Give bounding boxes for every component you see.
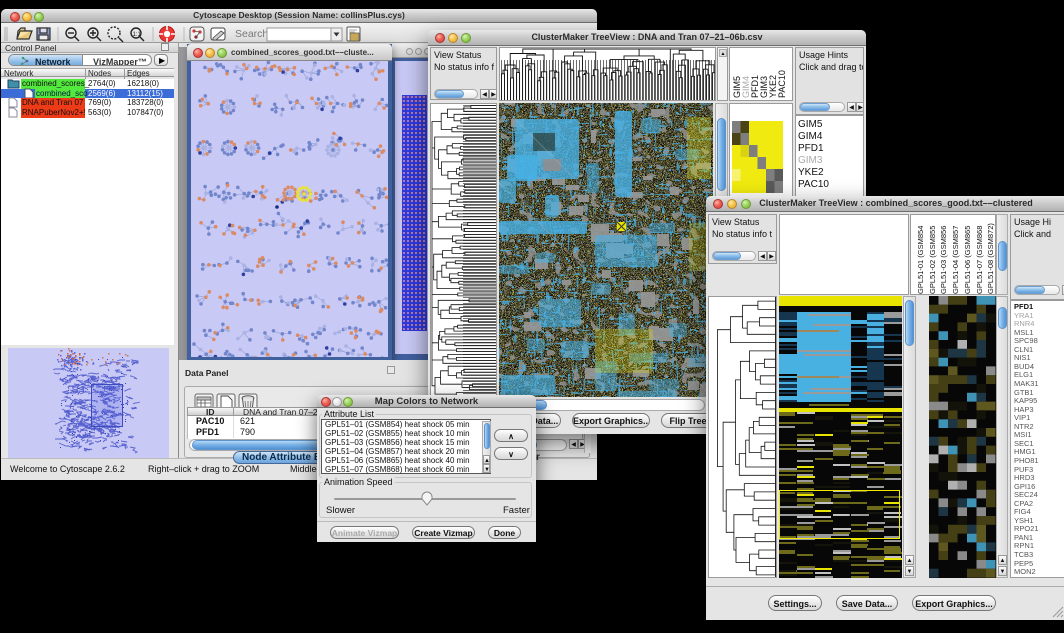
svg-text:1:1: 1:1 xyxy=(133,32,142,38)
svg-text:Search:: Search: xyxy=(235,28,271,40)
